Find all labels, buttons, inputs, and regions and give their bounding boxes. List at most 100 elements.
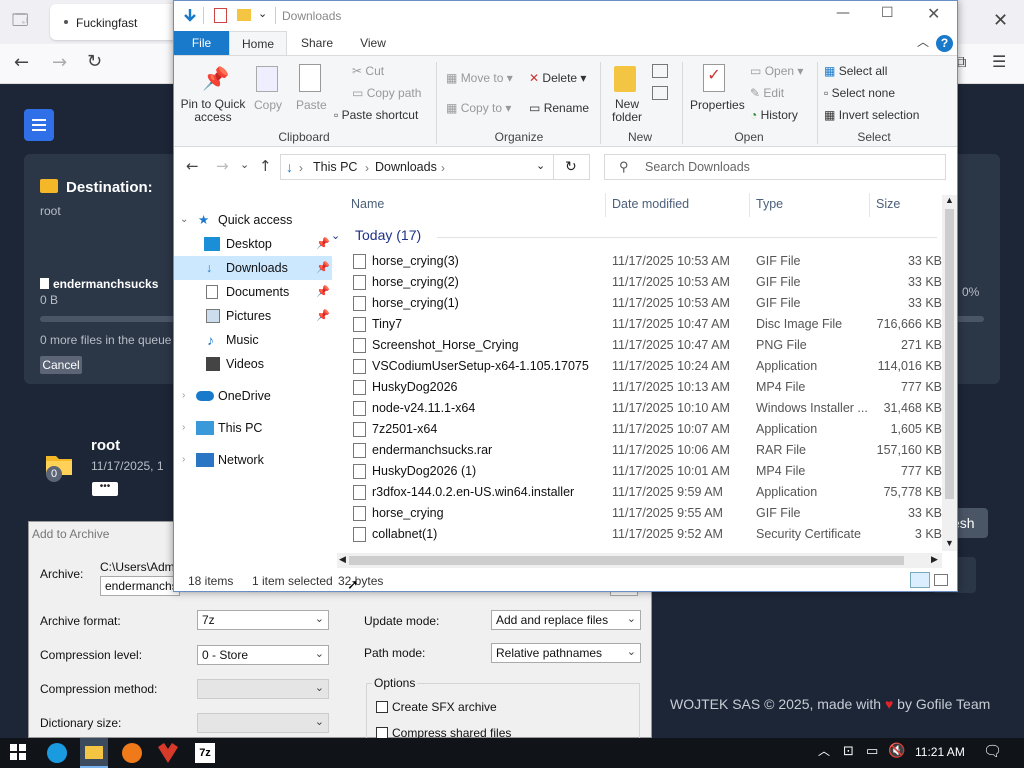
- clock[interactable]: 11:21 AM: [915, 745, 965, 759]
- address-dropdown-icon[interactable]: ⌄: [536, 159, 545, 172]
- refresh-icon[interactable]: ↻: [565, 158, 577, 175]
- windows-start-icon[interactable]: [9, 743, 29, 763]
- tray-chevron-icon[interactable]: ︿: [818, 745, 830, 757]
- forward-icon[interactable]: →: [52, 54, 67, 72]
- forward-icon[interactable]: →: [216, 159, 229, 174]
- update-mode-select[interactable]: Add and replace files ⌄: [491, 610, 641, 630]
- recent-locations-icon[interactable]: ⌄: [240, 159, 249, 170]
- file-explorer-taskbar-button[interactable]: [80, 738, 108, 768]
- paste-shortcut-button[interactable]: ▫ Paste shortcut: [334, 108, 418, 122]
- compression-level-select[interactable]: 0 - Store ⌄: [197, 645, 329, 665]
- file-row[interactable]: 7z2501-x64 11/17/2025 10:07 AM Application…: [337, 419, 942, 440]
- select-none-button[interactable]: ▫ Select none: [824, 86, 895, 100]
- nav-desktop[interactable]: Desktop 📌: [174, 232, 332, 256]
- details-view-icon[interactable]: [910, 572, 930, 588]
- help-icon[interactable]: ?: [936, 35, 953, 52]
- rename-button[interactable]: ▭ Rename: [529, 101, 589, 115]
- browser-tab[interactable]: Fuckingfast: [50, 4, 180, 40]
- delete-button[interactable]: ✕ Delete ▾: [529, 71, 586, 85]
- dictionary-size-select[interactable]: ⌄: [197, 713, 329, 733]
- copy-button[interactable]: Copy: [254, 98, 282, 112]
- column-name[interactable]: Name: [351, 197, 384, 211]
- notification-icon[interactable]: 🗨: [983, 744, 1002, 759]
- file-row[interactable]: HuskyDog2026 (1) 11/17/2025 10:01 AM MP4 F…: [337, 461, 942, 482]
- new-folder-button[interactable]: New folder: [610, 98, 644, 124]
- back-icon[interactable]: ←: [186, 159, 199, 174]
- horizontal-scroll-thumb[interactable]: [349, 556, 904, 565]
- close-icon[interactable]: ✕: [927, 6, 940, 22]
- path-mode-select[interactable]: Relative pathnames ⌄: [491, 643, 641, 663]
- edge-icon[interactable]: [47, 743, 67, 763]
- browser-close-icon[interactable]: ✕: [993, 12, 1008, 30]
- nav-network[interactable]: › Network: [174, 448, 332, 472]
- nav-quick-access[interactable]: ⌄ ★ Quick access: [174, 208, 332, 232]
- 7zip-icon[interactable]: 7z: [195, 743, 215, 763]
- vertical-scroll-thumb[interactable]: [945, 209, 954, 499]
- group-header-today[interactable]: Today (17): [355, 227, 421, 243]
- copy-path-button[interactable]: ▭ Copy path: [352, 86, 421, 100]
- up-icon[interactable]: ↑: [259, 159, 272, 174]
- hamburger-menu-button[interactable]: [24, 109, 54, 141]
- properties-button[interactable]: Properties: [690, 98, 745, 112]
- large-icons-view-icon[interactable]: [934, 574, 948, 586]
- nav-videos[interactable]: Videos: [174, 352, 332, 376]
- paste-button[interactable]: Paste: [296, 98, 327, 112]
- column-type[interactable]: Type: [756, 197, 783, 211]
- network-tray-icon[interactable]: ▭: [866, 745, 878, 758]
- menu-icon[interactable]: ☰: [992, 54, 1006, 70]
- easy-access-icon[interactable]: [652, 86, 668, 100]
- file-row[interactable]: r3dfox-144.0.2.en-US.win64.installer 11/1…: [337, 482, 942, 503]
- minimize-icon[interactable]: —: [836, 6, 850, 20]
- volume-muted-icon[interactable]: 🔇: [888, 744, 905, 758]
- tray-device-icon[interactable]: ⊡: [843, 745, 854, 758]
- properties-check-icon[interactable]: [214, 8, 227, 23]
- tab-file[interactable]: File: [174, 31, 229, 55]
- back-icon[interactable]: ←: [14, 54, 29, 72]
- history-button[interactable]: ◔ History: [750, 108, 798, 122]
- nav-onedrive[interactable]: › OneDrive: [174, 384, 332, 408]
- copy-to-button[interactable]: ▦ Copy to ▾: [446, 101, 511, 115]
- nav-music[interactable]: ♪ Music: [174, 328, 332, 352]
- invert-selection-button[interactable]: ▦ Invert selection: [824, 108, 919, 122]
- file-row[interactable]: horse_crying(2) 11/17/2025 10:53 AM GIF Fi…: [337, 272, 942, 293]
- edit-button[interactable]: ✎ Edit: [750, 86, 784, 100]
- download-arrow-icon[interactable]: [182, 8, 198, 27]
- column-date-modified[interactable]: Date modified: [612, 197, 689, 211]
- archive-format-select[interactable]: 7z ⌄: [197, 610, 329, 630]
- tab-list-icon[interactable]: 🗔: [12, 13, 28, 28]
- move-to-button[interactable]: ▦ Move to ▾: [446, 71, 513, 85]
- breadcrumb-this-pc[interactable]: This PC: [313, 160, 357, 174]
- more-button[interactable]: •••: [92, 482, 118, 496]
- maximize-icon[interactable]: ☐: [881, 6, 894, 20]
- cancel-button[interactable]: Cancel: [40, 356, 82, 374]
- file-row[interactable]: horse_crying(1) 11/17/2025 10:53 AM GIF Fi…: [337, 293, 942, 314]
- select-all-button[interactable]: ▦ Select all: [824, 64, 887, 78]
- file-row[interactable]: collabnet(1) 11/17/2025 9:52 AM Security C…: [337, 524, 942, 545]
- collapse-ribbon-icon[interactable]: ︿: [917, 36, 929, 48]
- nav-documents[interactable]: Documents 📌: [174, 280, 332, 304]
- pin-quick-access-button[interactable]: Pin to Quick access: [180, 98, 246, 124]
- chevron-down-icon[interactable]: ⌄: [331, 229, 340, 242]
- file-row[interactable]: VSCodiumUserSetup-x64-1.105.17075 11/17/2…: [337, 356, 942, 377]
- compression-method-select[interactable]: ⌄: [197, 679, 329, 699]
- file-row[interactable]: horse_crying 11/17/2025 9:55 AM GIF File 33…: [337, 503, 942, 524]
- reload-icon[interactable]: ↻: [87, 53, 102, 71]
- tab-home[interactable]: Home: [229, 31, 287, 55]
- new-item-icon[interactable]: [652, 64, 668, 78]
- r3dfox-icon[interactable]: [158, 743, 178, 763]
- file-row[interactable]: endermanchsucks.rar 11/17/2025 10:06 AM RA…: [337, 440, 942, 461]
- search-box[interactable]: ⚲ Search Downloads: [604, 154, 946, 180]
- file-row[interactable]: HuskyDog2026 11/17/2025 10:13 AM MP4 File 7…: [337, 377, 942, 398]
- nav-pictures[interactable]: Pictures 📌: [174, 304, 332, 328]
- file-row[interactable]: Tiny7 11/17/2025 10:47 AM Disc Image File 7…: [337, 314, 942, 335]
- nav-downloads[interactable]: ↓ Downloads 📌: [174, 256, 332, 280]
- firefox-icon[interactable]: [122, 743, 142, 763]
- breadcrumb-downloads[interactable]: Downloads: [375, 160, 437, 174]
- customize-qat-icon[interactable]: ⌄: [258, 7, 267, 20]
- file-row[interactable]: horse_crying(3) 11/17/2025 10:53 AM GIF Fi…: [337, 251, 942, 272]
- archive-name-input[interactable]: endermanchsu: [100, 576, 184, 596]
- new-folder-icon[interactable]: [237, 9, 251, 21]
- file-row[interactable]: Screenshot_Horse_Crying 11/17/2025 10:47 …: [337, 335, 942, 356]
- sfx-checkbox[interactable]: [376, 701, 388, 713]
- nav-this-pc[interactable]: › This PC: [174, 416, 332, 440]
